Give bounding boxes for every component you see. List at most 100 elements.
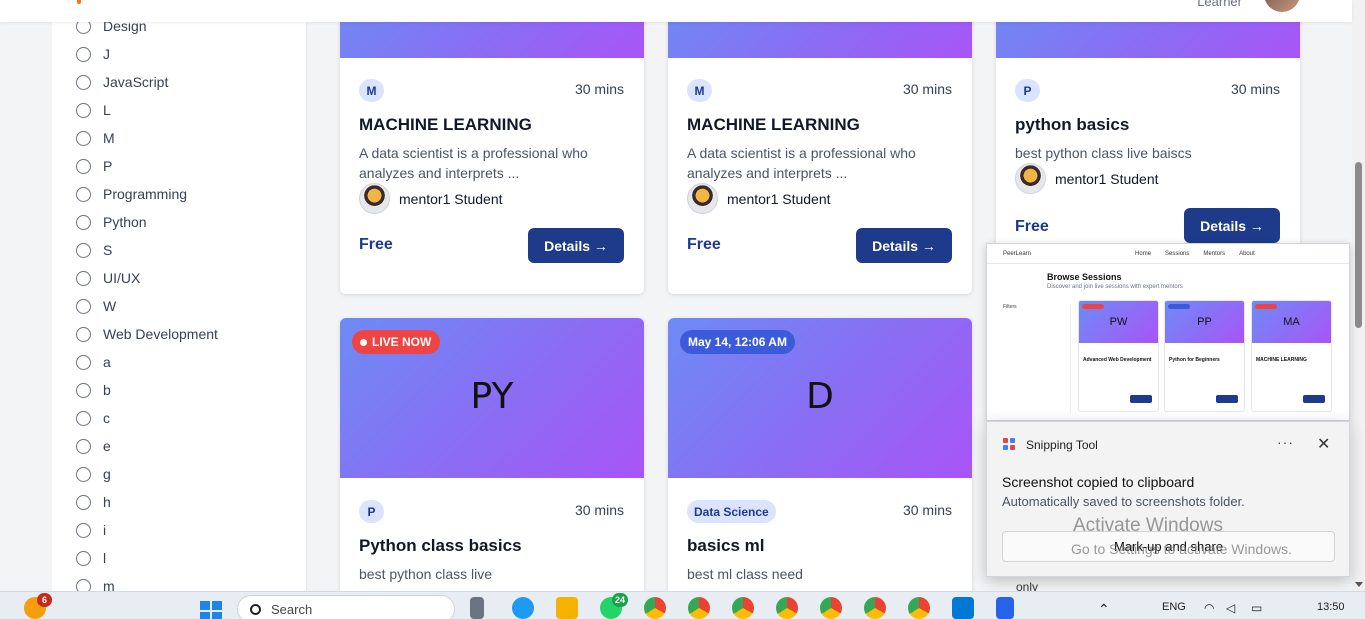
task-view-icon[interactable] <box>470 597 484 619</box>
markup-and-share-button[interactable]: Mark-up and share <box>1002 531 1335 562</box>
category-option[interactable]: i <box>76 516 218 544</box>
category-option[interactable]: c <box>76 404 218 432</box>
radio-button[interactable] <box>76 158 91 174</box>
radio-button[interactable] <box>76 102 91 118</box>
category-label: L <box>103 102 111 118</box>
category-option[interactable]: Web Development <box>76 320 218 348</box>
battery-icon[interactable]: ▭ <box>1251 601 1262 615</box>
session-card[interactable]: LIVE NOW PY P 30 mins Python class basic… <box>340 318 644 598</box>
radio-button[interactable] <box>76 410 91 426</box>
user-avatar[interactable] <box>1264 0 1300 12</box>
category-option[interactable]: b <box>76 376 218 404</box>
preview-nav: PeerLearn Home Sessions Mentors About <box>987 244 1349 264</box>
user-role-label: Learner <box>1197 0 1242 9</box>
preview-card: MA MACHINE LEARNING <box>1251 300 1332 412</box>
chrome-profile-icon[interactable] <box>776 597 798 619</box>
edge-browser-icon[interactable] <box>512 597 534 619</box>
clock-time[interactable]: 13:50 <box>1317 601 1345 613</box>
scrollbar-thumb[interactable] <box>1355 162 1362 328</box>
language-indicator[interactable]: ENG <box>1162 601 1186 613</box>
radio-button[interactable] <box>76 522 91 538</box>
vscode-icon[interactable] <box>952 597 974 619</box>
category-option[interactable]: g <box>76 460 218 488</box>
category-option[interactable]: e <box>76 432 218 460</box>
chrome-profile-icon[interactable] <box>732 597 754 619</box>
category-option[interactable]: L <box>76 96 218 124</box>
taskbar-search-input[interactable]: Search <box>237 595 455 619</box>
speaker-icon[interactable]: ◁ <box>1226 601 1235 615</box>
radio-button[interactable] <box>76 242 91 258</box>
category-label: h <box>103 494 111 510</box>
radio-button[interactable] <box>76 214 91 230</box>
chevron-up-icon[interactable]: ⌃ <box>1098 601 1110 618</box>
file-explorer-icon[interactable] <box>556 597 578 619</box>
mentor-info: mentor1 Student <box>359 183 503 214</box>
category-option[interactable]: J <box>76 40 218 68</box>
category-label: Programming <box>103 186 188 202</box>
radio-button[interactable] <box>76 298 91 314</box>
details-button[interactable]: Details → <box>528 228 624 263</box>
category-option[interactable]: Python <box>76 208 218 236</box>
radio-button[interactable] <box>76 130 91 146</box>
radio-button[interactable] <box>76 354 91 370</box>
chrome-profile-icon[interactable] <box>864 597 886 619</box>
screenshot-preview-thumbnail[interactable]: PeerLearn Home Sessions Mentors About Br… <box>986 243 1350 421</box>
category-option[interactable]: a <box>76 348 218 376</box>
mentor-avatar <box>687 183 718 214</box>
category-option[interactable]: M <box>76 124 218 152</box>
logo-icon[interactable] <box>77 0 81 4</box>
snipping-tool-notification[interactable]: Snipping Tool ··· ✕ Screenshot copied to… <box>986 421 1350 577</box>
mentor-name: mentor1 Student <box>1055 170 1159 187</box>
session-card[interactable]: M 30 mins MACHINE LEARNING A data scient… <box>668 0 972 294</box>
category-option[interactable]: UI/UX <box>76 264 218 292</box>
weather-widget-icon[interactable]: 6 <box>24 593 52 619</box>
radio-button[interactable] <box>76 438 91 454</box>
notepad-icon[interactable] <box>996 597 1014 619</box>
close-icon[interactable]: ✕ <box>1317 434 1330 454</box>
category-option[interactable]: JavaScript <box>76 68 218 96</box>
category-label: S <box>103 242 113 258</box>
mentor-name: mentor1 Student <box>399 190 503 207</box>
chrome-icon[interactable] <box>644 597 666 619</box>
radio-button[interactable] <box>76 382 91 398</box>
category-label: e <box>103 438 111 454</box>
live-dot-icon <box>360 338 367 346</box>
chrome-profile-icon[interactable] <box>688 597 710 619</box>
category-option[interactable]: W <box>76 292 218 320</box>
session-card[interactable]: May 14, 12:06 AM D Data Science 30 mins … <box>668 318 972 598</box>
chrome-profile-icon[interactable] <box>908 597 930 619</box>
chrome-profile-icon[interactable] <box>820 597 842 619</box>
wifi-icon[interactable]: ◠ <box>1204 601 1214 615</box>
category-option[interactable]: S <box>76 236 218 264</box>
category-option[interactable]: l <box>76 544 218 572</box>
category-option[interactable]: h <box>76 488 218 516</box>
radio-button[interactable] <box>76 466 91 482</box>
radio-button[interactable] <box>76 74 91 90</box>
category-label: W <box>103 298 117 314</box>
radio-button[interactable] <box>76 46 91 62</box>
details-button[interactable]: Details → <box>856 228 952 263</box>
details-button[interactable]: Details → <box>1184 208 1280 243</box>
session-duration: 30 mins <box>902 502 952 518</box>
category-label: a <box>103 354 111 370</box>
session-duration: 30 mins <box>574 81 624 97</box>
radio-button[interactable] <box>76 550 91 566</box>
whatsapp-icon[interactable]: 24 <box>600 593 628 619</box>
category-option[interactable]: Programming <box>76 180 218 208</box>
page-scrollbar[interactable] <box>1352 0 1365 591</box>
radio-button[interactable] <box>76 494 91 510</box>
session-card[interactable]: M 30 mins MACHINE LEARNING A data scient… <box>340 0 644 294</box>
preview-card: PW Advanced Web Development <box>1078 300 1159 412</box>
radio-button[interactable] <box>76 326 91 342</box>
scroll-down-arrow-icon[interactable] <box>1355 582 1363 587</box>
category-option[interactable]: P <box>76 152 218 180</box>
session-initials: D <box>806 376 834 417</box>
live-now-badge: LIVE NOW <box>352 330 441 354</box>
more-options-icon[interactable]: ··· <box>1277 434 1294 450</box>
radio-button[interactable] <box>76 270 91 286</box>
preview-filter-label: Filters <box>1003 304 1017 310</box>
preview-nav-item: Sessions <box>1165 250 1190 257</box>
start-menu-icon[interactable] <box>200 601 222 619</box>
radio-button[interactable] <box>76 186 91 202</box>
filter-sidebar: Design J JavaScript L M P Programming Python S UI… <box>52 0 307 594</box>
